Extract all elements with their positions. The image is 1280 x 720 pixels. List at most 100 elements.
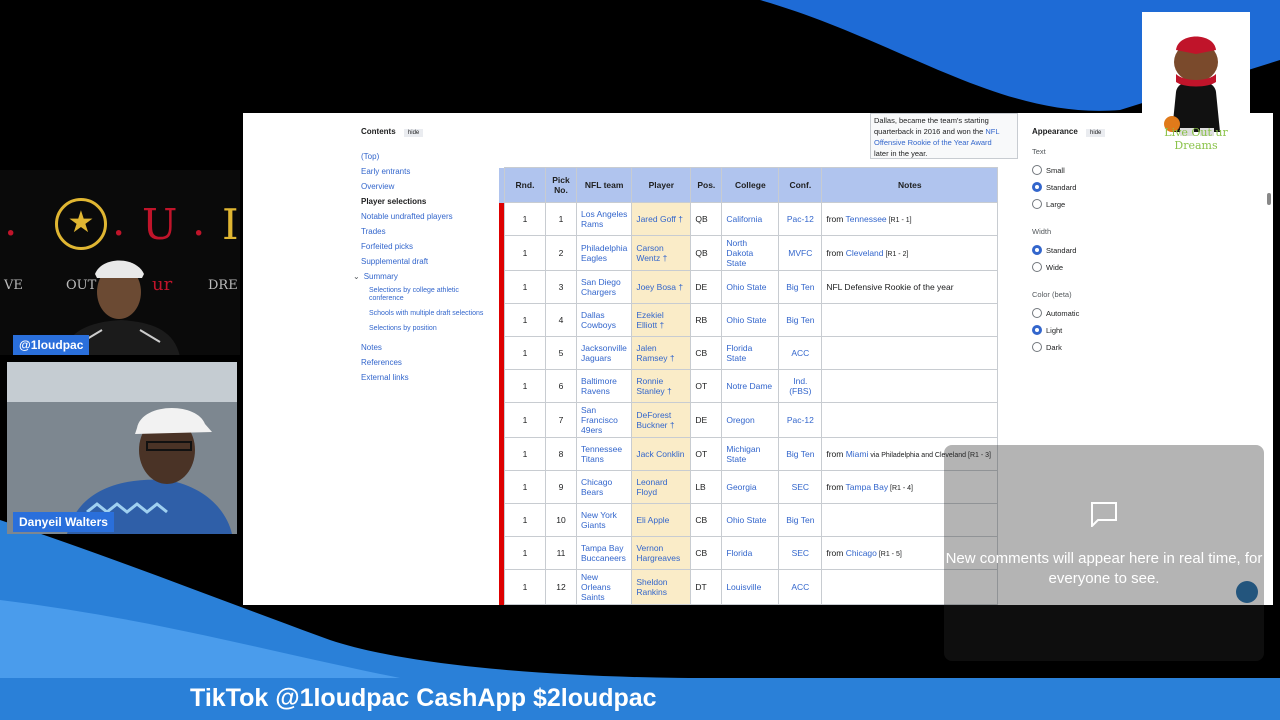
chevron-down-icon[interactable]: ⌄ [353,272,360,281]
cell-conf[interactable]: MVFC [778,235,823,271]
col-header-pick[interactable]: Pick No. [545,167,577,203]
color-option[interactable]: Automatic [1032,305,1172,322]
toc-item-early-entrants[interactable]: Early entrants [361,164,491,179]
cell-player[interactable]: Carson Wentz † [631,235,692,271]
note-link[interactable]: Cleveland [846,248,884,258]
cell-college[interactable]: Ohio State [721,503,780,537]
cell-college[interactable]: Michigan State [721,437,780,471]
cell-pick: 2 [545,235,577,271]
toc-item-external-links[interactable]: External links [361,370,491,385]
cell-college[interactable]: Louisville [721,569,780,605]
note-link[interactable]: Miami [846,449,869,459]
col-header-conf[interactable]: Conf. [778,167,823,203]
toc-item-overview[interactable]: Overview [361,179,491,194]
col-header-college[interactable]: College [721,167,780,203]
table-row: 1 6 Baltimore Ravens Ronnie Stanley † OT Notr… [499,369,999,403]
cell-team[interactable]: Baltimore Ravens [575,369,633,403]
cell-player[interactable]: DeForest Buckner † [631,402,692,438]
cell-player[interactable]: Jack Conklin [631,437,692,471]
width-option[interactable]: Wide [1032,259,1172,276]
toc-sub-position[interactable]: Selections by position [361,325,491,333]
appearance-hide-button[interactable]: hide [1086,129,1106,137]
cell-college[interactable]: Oregon [721,402,780,438]
note-link[interactable]: Chicago [846,548,877,558]
cell-conf[interactable]: SEC [778,470,823,504]
cell-team[interactable]: Tennessee Titans [575,437,633,471]
cell-conf[interactable]: Big Ten [778,303,823,337]
text-size-option[interactable]: Standard [1032,179,1172,196]
cell-team[interactable]: Philadelphia Eagles [575,235,633,271]
toc-item-notes[interactable]: Notes [361,340,491,355]
cell-conf[interactable]: Big Ten [778,270,823,304]
text-size-option[interactable]: Small [1032,162,1172,179]
color-option[interactable]: Light [1032,322,1172,339]
color-option[interactable]: Dark [1032,339,1172,356]
note-link[interactable]: Tampa Bay [846,482,889,492]
toc-item-forfeited-picks[interactable]: Forfeited picks [361,239,491,254]
toc-item-player-selections[interactable]: Player selections [361,194,491,209]
cell-player[interactable]: Sheldon Rankins [631,569,692,605]
cell-conf[interactable]: Pac-12 [778,202,823,236]
cell-college[interactable]: Florida State [721,336,780,370]
col-header-pos[interactable]: Pos. [690,167,723,203]
col-header-rnd[interactable]: Rnd. [504,167,546,203]
cell-player[interactable]: Jalen Ramsey † [631,336,692,370]
toc-hide-button[interactable]: hide [403,129,424,137]
cell-college[interactable]: California [721,202,780,236]
cell-team[interactable]: Tampa Bay Buccaneers [575,536,633,570]
toc-item-top[interactable]: (Top) [361,149,491,164]
cell-player[interactable]: Leonard Floyd [631,470,692,504]
toc-sub-schools[interactable]: Schools with multiple draft selections [361,310,491,318]
cell-team[interactable]: San Diego Chargers [575,270,633,304]
cell-player[interactable]: Joey Bosa † [631,270,692,304]
cell-college[interactable]: North Dakota State [721,235,780,271]
cell-conf[interactable]: Ind. (FBS) [778,369,823,403]
toc-item-trades[interactable]: Trades [361,224,491,239]
col-header-team[interactable]: NFL team [575,167,633,203]
text-size-option[interactable]: Large [1032,196,1172,213]
radio-icon[interactable] [1032,245,1042,255]
radio-icon[interactable] [1032,165,1042,175]
cell-team[interactable]: Dallas Cowboys [575,303,633,337]
cell-conf[interactable]: Big Ten [778,437,823,471]
toc-item-supplemental-draft[interactable]: Supplemental draft [361,254,491,269]
cell-team[interactable]: New Orleans Saints [575,569,633,605]
cell-player[interactable]: Vernon Hargreaves [631,536,692,570]
toc-item-summary[interactable]: ⌄ Summary [353,269,491,284]
cell-conf[interactable]: ACC [778,336,823,370]
cell-pos: CB [690,336,723,370]
cell-player[interactable]: Ronnie Stanley † [631,369,692,403]
cell-college[interactable]: Florida [721,536,780,570]
radio-icon[interactable] [1032,182,1042,192]
col-header-player[interactable]: Player [631,167,692,203]
note-link[interactable]: Tennessee [846,214,887,224]
cell-pos: QB [690,235,723,271]
cell-team[interactable]: New York Giants [575,503,633,537]
cell-college[interactable]: Georgia [721,470,780,504]
radio-icon[interactable] [1032,342,1042,352]
cell-college[interactable]: Notre Dame [721,369,780,403]
cell-conf[interactable]: Pac-12 [778,402,823,438]
cell-team[interactable]: Los Angeles Rams [575,202,633,236]
cell-team[interactable]: Chicago Bears [575,470,633,504]
cell-conf[interactable]: SEC [778,536,823,570]
cell-college[interactable]: Ohio State [721,270,780,304]
page-scrollbar[interactable] [1267,193,1271,205]
cell-team[interactable]: San Francisco 49ers [575,402,633,438]
reaction-icon[interactable] [1236,581,1258,603]
radio-icon[interactable] [1032,308,1042,318]
toc-item-references[interactable]: References [361,355,491,370]
radio-icon[interactable] [1032,325,1042,335]
cell-conf[interactable]: Big Ten [778,503,823,537]
cell-team[interactable]: Jacksonville Jaguars [575,336,633,370]
toc-sub-conference[interactable]: Selections by college athletic conferenc… [361,287,491,303]
cell-conf[interactable]: ACC [778,569,823,605]
radio-icon[interactable] [1032,262,1042,272]
cell-player[interactable]: Ezekiel Elliott † [631,303,692,337]
cell-player[interactable]: Eli Apple [631,503,692,537]
radio-icon[interactable] [1032,199,1042,209]
width-option[interactable]: Standard [1032,242,1172,259]
cell-player[interactable]: Jared Goff † [631,202,692,236]
cell-college[interactable]: Ohio State [721,303,780,337]
toc-item-notable-undrafted[interactable]: Notable undrafted players [361,209,491,224]
